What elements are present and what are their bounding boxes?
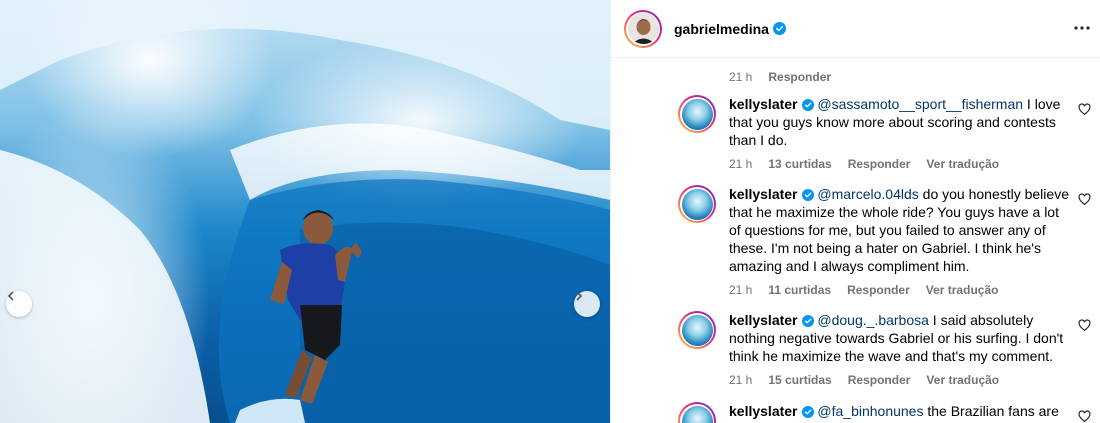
translate-button[interactable]: Ver tradução — [926, 371, 999, 389]
like-comment-button[interactable] — [1078, 410, 1091, 423]
comment-likes[interactable]: 13 curtidas — [768, 155, 831, 173]
reply-button[interactable]: Responder — [847, 281, 910, 299]
comment-time: 21 h — [729, 70, 753, 84]
author-photo — [627, 13, 659, 44]
carousel-prev-button[interactable] — [6, 291, 32, 317]
commenter-avatar[interactable] — [678, 311, 716, 349]
comment-text: the Brazilian fans are — [923, 403, 1059, 419]
author-username[interactable]: gabrielmedina — [674, 21, 769, 37]
verified-badge-icon — [801, 406, 814, 418]
heart-icon — [1078, 319, 1091, 332]
comment-meta: 21 h 15 curtidas Responder Ver tradução — [729, 371, 1069, 389]
comment-mention[interactable]: @fa_binhonunes — [817, 403, 923, 419]
reply-button[interactable]: Responder — [848, 155, 911, 173]
commenter-avatar[interactable] — [678, 95, 716, 133]
prev-comment-meta: 21 h Responder — [729, 70, 831, 84]
comment-likes[interactable]: 15 curtidas — [768, 371, 831, 389]
like-comment-button[interactable] — [1078, 103, 1091, 121]
verified-badge-icon — [772, 22, 786, 35]
chevron-left-icon — [7, 291, 14, 301]
reply-button[interactable]: Responder — [848, 371, 911, 389]
heart-icon — [1078, 103, 1091, 116]
commenter-avatar[interactable] — [678, 402, 716, 423]
commenter-username[interactable]: kellyslater — [729, 403, 798, 419]
post-image — [0, 0, 610, 423]
reply-button[interactable]: Responder — [768, 70, 831, 84]
comment-mention[interactable]: @marcelo.04lds — [817, 186, 918, 202]
heart-icon — [1078, 193, 1091, 206]
like-comment-button[interactable] — [1078, 193, 1091, 211]
commenter-username[interactable]: kellyslater — [729, 96, 798, 112]
commenter-avatar[interactable] — [678, 185, 716, 223]
author-avatar[interactable] — [624, 9, 662, 48]
translate-button[interactable]: Ver tradução — [926, 281, 999, 299]
more-options-icon — [1074, 26, 1090, 30]
comment-time: 21 h — [729, 283, 753, 297]
commenter-username[interactable]: kellyslater — [729, 312, 798, 328]
comment-meta: 21 h 13 curtidas Responder Ver tradução — [729, 155, 1069, 173]
comment-likes[interactable]: 11 curtidas — [768, 281, 831, 299]
comments-panel: gabrielmedina 21 h Responder kellyslater… — [610, 0, 1100, 423]
comment-meta: 21 h 11 curtidas Responder Ver tradução — [729, 281, 1069, 299]
comment-list: 21 h Responder kellyslater @sassamoto__s… — [611, 58, 1100, 423]
comment-mention[interactable]: @sassamoto__sport__fisherman — [817, 96, 1023, 112]
commenter-username[interactable]: kellyslater — [729, 186, 798, 202]
post-header: gabrielmedina — [611, 0, 1100, 58]
carousel-next-button[interactable] — [574, 291, 600, 317]
chevron-right-icon — [576, 291, 583, 301]
surfer-photo — [0, 0, 610, 423]
translate-button[interactable]: Ver tradução — [926, 155, 999, 173]
verified-badge-icon — [801, 189, 814, 201]
like-comment-button[interactable] — [1078, 319, 1091, 337]
heart-icon — [1078, 410, 1091, 423]
verified-badge-icon — [801, 315, 814, 327]
comment-mention[interactable]: @doug._.barbosa — [817, 312, 929, 328]
comment-time: 21 h — [729, 373, 753, 387]
comment-time: 21 h — [729, 157, 753, 171]
verified-badge-icon — [801, 99, 814, 111]
more-options-button[interactable] — [1072, 18, 1092, 43]
